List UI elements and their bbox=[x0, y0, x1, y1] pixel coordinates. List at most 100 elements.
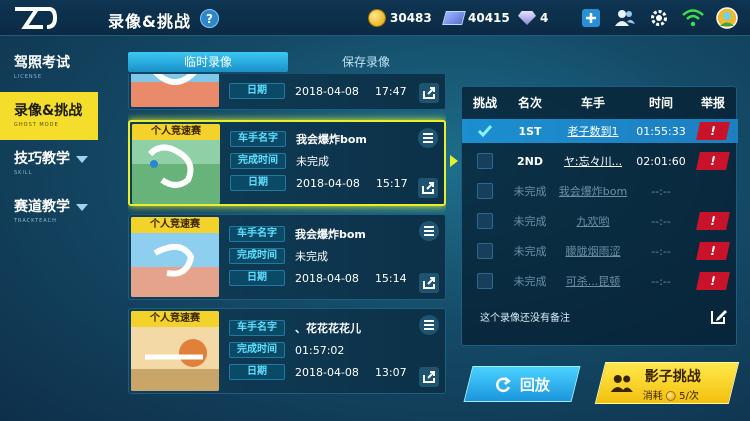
coin-icon bbox=[665, 391, 676, 401]
ranking-header: 挑战 名次 车手 时间 举报 bbox=[462, 87, 738, 117]
time-value: 01:55:33 bbox=[636, 124, 686, 138]
sidebar-item-label: 驾照考试 bbox=[14, 55, 70, 71]
finish-time-key: 完成时间 bbox=[229, 248, 285, 264]
rank-value: 1ST bbox=[518, 124, 542, 138]
time-value: --:-- bbox=[651, 244, 671, 258]
challenge-checkbox[interactable] bbox=[477, 243, 493, 259]
checkmark-icon bbox=[477, 125, 493, 138]
sidebar-item-sublabel: LICENSE bbox=[14, 74, 42, 80]
selection-pointer-icon bbox=[450, 155, 458, 167]
col-driver: 车手 bbox=[580, 95, 605, 110]
sidebar-item-label: 赛道教学 bbox=[14, 199, 70, 215]
report-button[interactable]: ! bbox=[696, 242, 730, 260]
rank-value: 未完成 bbox=[513, 215, 547, 228]
record-card[interactable]: 个人竞速赛 车手名字 我会爆炸bom 完成时间 未完成 日期 2018-04-0… bbox=[128, 214, 446, 300]
sidebar-item-skill[interactable]: 技巧教学 SKILL bbox=[0, 140, 102, 188]
shadow-challenge-button[interactable]: 影子挑战 消耗 5/次 bbox=[594, 362, 740, 404]
share-button[interactable] bbox=[419, 273, 439, 293]
date-key: 日期 bbox=[229, 364, 285, 380]
avatar-icon[interactable] bbox=[716, 7, 738, 29]
race-type-tag: 个人竞速赛 bbox=[131, 311, 219, 327]
gem-value: 4 bbox=[540, 11, 549, 25]
replay-icon bbox=[496, 376, 512, 392]
driver-name-key: 车手名字 bbox=[230, 131, 286, 147]
share-icon bbox=[423, 87, 435, 99]
help-button[interactable]: ? bbox=[200, 9, 219, 28]
sidebar-item-track-teach[interactable]: 赛道教学 TRACKTEACH bbox=[0, 188, 102, 236]
ranking-row[interactable]: 1ST 老子数到1 01:55:33 ! bbox=[462, 119, 738, 143]
date-key: 日期 bbox=[230, 175, 286, 191]
finish-time-row: 完成时间 未完成 bbox=[229, 248, 328, 264]
report-button[interactable]: ! bbox=[696, 152, 730, 170]
time-value: --:-- bbox=[651, 184, 671, 198]
back-logo-icon[interactable] bbox=[12, 4, 58, 32]
driver-link[interactable]: 九欢哟 bbox=[552, 213, 634, 229]
share-button[interactable] bbox=[419, 367, 439, 387]
finish-time-key: 完成时间 bbox=[230, 153, 286, 169]
record-date-row: 日期 2018-04-08 15:17 bbox=[230, 175, 408, 191]
settings-gear-icon[interactable] bbox=[648, 7, 670, 29]
challenge-checkbox[interactable] bbox=[477, 213, 493, 229]
record-card[interactable]: 个人竞速赛 车手名字 、花花花花儿 完成时间 01:57:02 日期 2018-… bbox=[128, 308, 446, 394]
challenge-checkbox[interactable] bbox=[477, 273, 493, 289]
record-date: 2018-04-08 bbox=[296, 176, 360, 190]
driver-link[interactable]: ヤ:忘々川... bbox=[552, 153, 634, 169]
edit-note-icon[interactable] bbox=[710, 307, 728, 325]
sidebar-item-sublabel: SKILL bbox=[14, 170, 33, 176]
date-key: 日期 bbox=[229, 270, 285, 286]
share-icon bbox=[422, 182, 434, 194]
ranking-row[interactable]: 未完成 可杀...昆顿 --:-- ! bbox=[462, 269, 738, 293]
tab-saved-records[interactable]: 保存录像 bbox=[286, 52, 446, 72]
driver-name-key: 车手名字 bbox=[229, 320, 285, 336]
record-menu-button[interactable] bbox=[418, 128, 438, 148]
friends-icon[interactable] bbox=[614, 7, 636, 29]
sidebar-item-sublabel: TRACKTEACH bbox=[14, 218, 57, 224]
share-button[interactable] bbox=[418, 178, 438, 198]
record-menu-button[interactable] bbox=[419, 221, 439, 241]
challenge-checkbox[interactable] bbox=[477, 153, 493, 169]
ranking-row[interactable]: 未完成 朦胧烟雨涩 --:-- ! bbox=[462, 239, 738, 263]
driver-link[interactable]: 老子数到1 bbox=[552, 123, 634, 139]
time-value: 02:01:60 bbox=[636, 154, 686, 168]
share-button[interactable] bbox=[419, 83, 439, 103]
rank-value: 未完成 bbox=[513, 275, 547, 288]
tab-temporary-records[interactable]: 临时录像 bbox=[128, 52, 288, 72]
record-clock: 17:47 bbox=[374, 84, 407, 98]
date-key: 日期 bbox=[229, 83, 285, 99]
gem-counter: 4 bbox=[518, 7, 548, 29]
record-menu-button[interactable] bbox=[419, 315, 439, 335]
report-button[interactable]: ! bbox=[696, 212, 730, 230]
ranking-row[interactable]: 2ND ヤ:忘々川... 02:01:60 ! bbox=[462, 149, 738, 173]
ticket-value: 40415 bbox=[468, 11, 510, 25]
chevron-down-icon bbox=[76, 155, 88, 163]
ranking-row[interactable]: 未完成 我会爆炸bom --:-- bbox=[462, 179, 738, 203]
record-date: 2018-04-08 bbox=[295, 365, 359, 379]
sidebar-item-ghost-mode[interactable]: 录像&挑战 GHOST MODE bbox=[0, 92, 98, 140]
coin-value: 30483 bbox=[390, 11, 432, 25]
report-button[interactable]: ! bbox=[696, 272, 730, 290]
ticket-counter: 40415 bbox=[442, 7, 510, 29]
report-button[interactable]: ! bbox=[696, 122, 730, 140]
driver-name: 、花花花花儿 bbox=[295, 322, 361, 335]
challenge-checkbox[interactable] bbox=[477, 183, 493, 199]
finish-time-key: 完成时间 bbox=[229, 342, 285, 358]
record-card-selected[interactable]: 个人竞速赛 车手名字 我会爆炸bom 完成时间 未完成 日期 2018-04-0… bbox=[128, 120, 446, 206]
finish-time-row: 完成时间 01:57:02 bbox=[229, 342, 344, 358]
replay-button[interactable]: 回放 bbox=[463, 366, 581, 402]
driver-link[interactable]: 我会爆炸bom bbox=[552, 183, 634, 199]
chevron-down-icon bbox=[76, 203, 88, 211]
add-currency-icon[interactable] bbox=[580, 7, 602, 29]
challenge-checkbox-checked[interactable] bbox=[477, 123, 493, 139]
driver-link[interactable]: 可杀...昆顿 bbox=[552, 273, 634, 289]
record-card[interactable]: 日期 2018-04-08 17:47 bbox=[128, 74, 446, 110]
track-thumbnail bbox=[131, 74, 219, 107]
track-thumbnail: 个人竞速赛 bbox=[132, 124, 220, 204]
driver-link[interactable]: 朦胧烟雨涩 bbox=[552, 243, 634, 259]
sidebar-item-label: 技巧教学 bbox=[14, 151, 70, 167]
time-value: --:-- bbox=[651, 214, 671, 228]
ticket-icon bbox=[442, 11, 466, 25]
shadow-challenge-label: 影子挑战 bbox=[644, 369, 701, 385]
sidebar-item-license[interactable]: 驾照考试 LICENSE bbox=[0, 44, 102, 92]
ranking-row[interactable]: 未完成 九欢哟 --:-- ! bbox=[462, 209, 738, 233]
sidebar: 驾照考试 LICENSE 录像&挑战 GHOST MODE 技巧教学 SKILL… bbox=[0, 44, 102, 236]
